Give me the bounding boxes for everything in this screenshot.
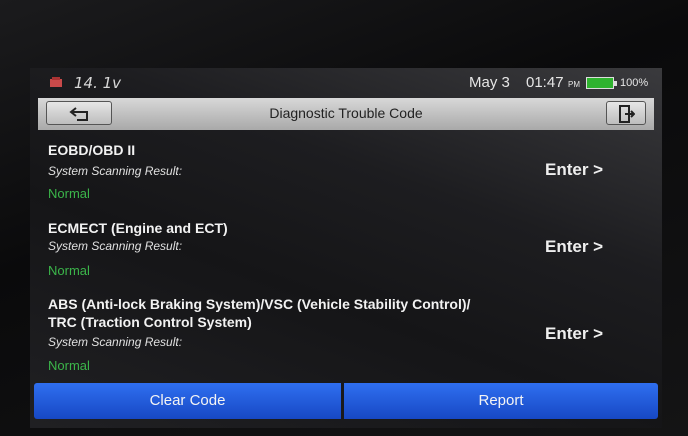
battery-voltage: 14. 1v <box>74 74 122 92</box>
status-date: May 3 <box>469 74 510 91</box>
scan-result-label: System Scanning Result: <box>48 335 183 349</box>
system-name-line-2: TRC (Traction Control System) <box>48 314 252 330</box>
status-time: 01:47 <box>526 74 564 91</box>
scan-result-value: Normal <box>48 263 90 278</box>
report-button[interactable]: Report <box>344 383 658 419</box>
system-name-line-1: ABS (Anti-lock Braking System)/VSC (Vehi… <box>48 296 471 312</box>
status-bar: 14. 1v May 3 01:47 PM 100% <box>30 68 662 98</box>
enter-button[interactable]: Enter > <box>545 324 603 344</box>
status-ampm: PM <box>568 80 580 89</box>
page-title: Diagnostic Trouble Code <box>269 105 423 121</box>
exit-button[interactable] <box>606 101 646 125</box>
scan-result-value: Normal <box>48 186 90 201</box>
system-name: ECMECT (Engine and ECT) <box>48 220 228 236</box>
system-name: EOBD/OBD II <box>48 142 136 158</box>
battery-percent: 100% <box>620 77 649 89</box>
exit-icon <box>619 105 635 123</box>
title-bar: Diagnostic Trouble Code <box>38 98 654 130</box>
enter-button[interactable]: Enter > <box>545 237 603 257</box>
scan-result-label: System Scanning Result: <box>48 239 183 253</box>
vehicle-icon <box>50 77 62 87</box>
scan-result-label: System Scanning Result: <box>48 164 183 178</box>
enter-button[interactable]: Enter > <box>545 160 603 180</box>
battery-icon <box>586 77 617 89</box>
device-frame: 14. 1v May 3 01:47 PM 100% Diagnostic Tr… <box>0 0 688 436</box>
device-screen: 14. 1v May 3 01:47 PM 100% Diagnostic Tr… <box>30 68 662 428</box>
clear-code-button[interactable]: Clear Code <box>34 383 341 419</box>
scan-result-value: Normal <box>48 358 90 373</box>
